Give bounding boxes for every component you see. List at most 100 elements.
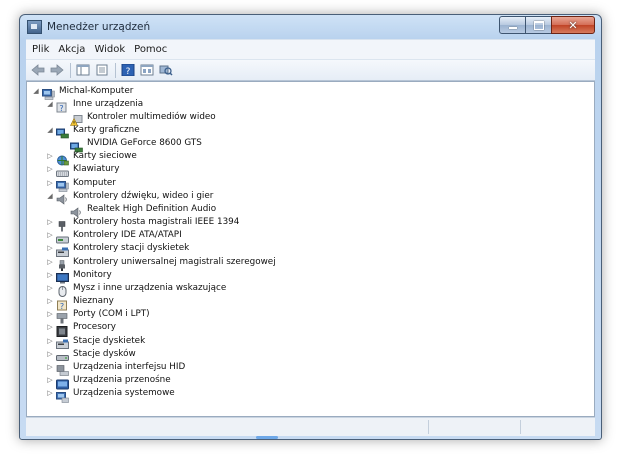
tree-node-label: Komputer — [73, 177, 116, 188]
expand-arrow-icon[interactable]: ▷ — [46, 323, 54, 331]
tree-node[interactable]: Realtek High Definition Audio — [60, 202, 216, 219]
tree-node-label: Urządzenia przenośne — [73, 375, 171, 386]
menu-action[interactable]: Akcja — [58, 44, 85, 55]
warning-device-icon — [70, 111, 83, 127]
expand-arrow-icon[interactable]: ▷ — [46, 284, 54, 292]
collapse-arrow-icon[interactable]: ◢ — [46, 192, 54, 200]
tree-node[interactable]: ▷ Kontrolery IDE ATA/ATAPI — [46, 229, 182, 244]
tree-node[interactable]: ▷ Procesory — [46, 321, 116, 337]
expand-arrow-icon[interactable]: ▷ — [46, 258, 54, 266]
display-adapter-icon — [56, 124, 69, 139]
speaker-icon — [70, 203, 83, 219]
tree-node[interactable]: Kontroler multimediów wideo — [60, 110, 216, 127]
toolbar-separator — [70, 62, 71, 78]
show-hide-tree-icon — [76, 64, 90, 76]
expand-arrow-icon[interactable]: ▷ — [46, 337, 54, 345]
tree-node[interactable]: ▷ Urządzenia systemowe — [46, 387, 175, 403]
expand-arrow-icon[interactable]: ▷ — [46, 310, 54, 318]
expand-arrow-icon[interactable]: ▷ — [46, 244, 54, 252]
network-adapter-icon — [56, 151, 69, 166]
expand-arrow-icon[interactable]: ▷ — [46, 376, 54, 384]
tree-node[interactable]: ▷ Kontrolery uniwersalnej magistrali szer… — [46, 255, 276, 272]
floppy-controller-icon — [56, 243, 69, 257]
collapse-arrow-icon[interactable]: ◢ — [46, 100, 54, 108]
tree-node[interactable]: ▷? Nieznany — [46, 295, 114, 311]
show-hide-tree-button[interactable] — [75, 63, 91, 77]
help-button[interactable]: ? — [120, 63, 136, 77]
menu-bar: Plik Akcja Widok Pomoc — [26, 39, 595, 59]
expand-arrow-icon[interactable]: ▷ — [46, 165, 54, 173]
tree-node[interactable]: ▷ Urządzenia interfejsu HID — [46, 360, 185, 377]
tree-node-label: Stacje dysków — [73, 348, 136, 359]
tree-node[interactable]: ▷ Kontrolery stacji dyskietek — [46, 242, 189, 257]
expand-arrow-icon[interactable]: ▷ — [46, 389, 54, 397]
hid-icon — [56, 361, 69, 377]
tree-node[interactable]: ▷ Kontrolery hosta magistrali IEEE 1394 — [46, 216, 239, 232]
expand-arrow-icon[interactable]: ▷ — [46, 179, 54, 187]
tree-node-label: Kontroler multimediów wideo — [87, 111, 216, 122]
tree-node[interactable]: ▷ Mysz i inne urządzenia wskazujące — [46, 281, 226, 298]
processor-icon — [56, 322, 69, 337]
tree-node-label: Kontrolery IDE ATA/ATAPI — [73, 230, 182, 241]
properties-button[interactable] — [94, 63, 110, 77]
window-title: Menedżer urządzeń — [47, 21, 151, 33]
portable-device-icon — [56, 375, 69, 390]
system-device-icon — [56, 388, 69, 403]
tree-node-label: Kontrolery uniwersalnej magistrali szere… — [73, 256, 276, 267]
tree-node[interactable]: ◢ Karty graficzne — [46, 123, 140, 139]
forward-button[interactable] — [49, 63, 65, 77]
tree-node[interactable]: ▷ Komputer — [46, 176, 116, 192]
view-button[interactable] — [139, 63, 155, 77]
unknown-icon: ? — [56, 296, 69, 311]
tree-node[interactable]: ▷ Stacje dysków — [46, 347, 136, 362]
tree-node[interactable]: ◢ Kontrolery dźwięku, wideo i gier — [46, 189, 213, 205]
menu-file[interactable]: Plik — [32, 44, 49, 55]
tree-node[interactable]: ▷ Karty sieciowe — [46, 150, 137, 166]
back-button[interactable] — [30, 63, 46, 77]
expand-arrow-icon[interactable]: ▷ — [46, 231, 54, 239]
device-tree[interactable]: ◢ Michal-Komputer ◢? Inne urządzenia Kontrol… — [26, 81, 595, 417]
expand-arrow-icon[interactable]: ▷ — [46, 350, 54, 358]
back-arrow-icon — [31, 64, 45, 76]
help-icon: ? — [121, 64, 135, 76]
tree-node-label: Nieznany — [73, 296, 114, 307]
expand-arrow-icon[interactable]: ▷ — [46, 297, 54, 305]
scan-hardware-button[interactable] — [158, 63, 174, 77]
tree-node[interactable]: ▷ Porty (COM i LPT) — [46, 308, 150, 324]
expand-arrow-icon[interactable]: ▷ — [46, 271, 54, 279]
computer-icon — [56, 177, 69, 192]
tree-node-label: NVIDIA GeForce 8600 GTS — [87, 138, 202, 149]
window-controls: ✕ — [499, 16, 595, 34]
collapse-arrow-icon[interactable]: ◢ — [32, 87, 40, 95]
tree-node[interactable]: ◢? Inne urządzenia — [46, 97, 144, 114]
tree-node[interactable]: ▷ Stacje dyskietek — [46, 334, 145, 350]
menu-view[interactable]: Widok — [94, 44, 125, 55]
tree-node[interactable]: ▷ Monitory — [46, 268, 112, 284]
expand-arrow-icon[interactable]: ▷ — [46, 363, 54, 371]
usb-plug-icon — [56, 256, 69, 272]
tree-node[interactable]: ▷ Urządzenia przenośne — [46, 374, 171, 390]
tree-node-label: Procesory — [73, 322, 116, 333]
tree-node[interactable]: ▷ Klawiatury — [46, 163, 120, 177]
minimize-button[interactable] — [499, 16, 526, 34]
menu-help[interactable]: Pomoc — [134, 44, 167, 55]
scan-hardware-icon — [159, 65, 173, 76]
expand-arrow-icon[interactable]: ▷ — [46, 218, 54, 226]
tree-node-label: Karty sieciowe — [73, 151, 137, 162]
tree-node-label: Inne urządzenia — [73, 98, 144, 109]
maximize-icon — [533, 20, 544, 30]
status-divider — [520, 420, 521, 434]
ide-controller-icon — [56, 230, 69, 244]
expand-arrow-icon[interactable]: ▷ — [46, 152, 54, 160]
close-icon: ✕ — [568, 18, 578, 32]
tree-node[interactable]: NVIDIA GeForce 8600 GTS — [60, 137, 202, 152]
svg-text:?: ? — [126, 67, 131, 76]
maximize-button[interactable] — [525, 16, 552, 34]
collapse-arrow-icon[interactable]: ◢ — [46, 126, 54, 134]
tree-node-label: Klawiatury — [73, 164, 120, 175]
tree-node[interactable]: ◢ Michal-Komputer — [32, 84, 133, 100]
close-button[interactable]: ✕ — [551, 16, 595, 34]
minimize-icon — [508, 26, 517, 29]
title-bar[interactable]: Menedżer urządzeń ✕ — [20, 15, 601, 39]
status-indicator — [256, 436, 278, 439]
